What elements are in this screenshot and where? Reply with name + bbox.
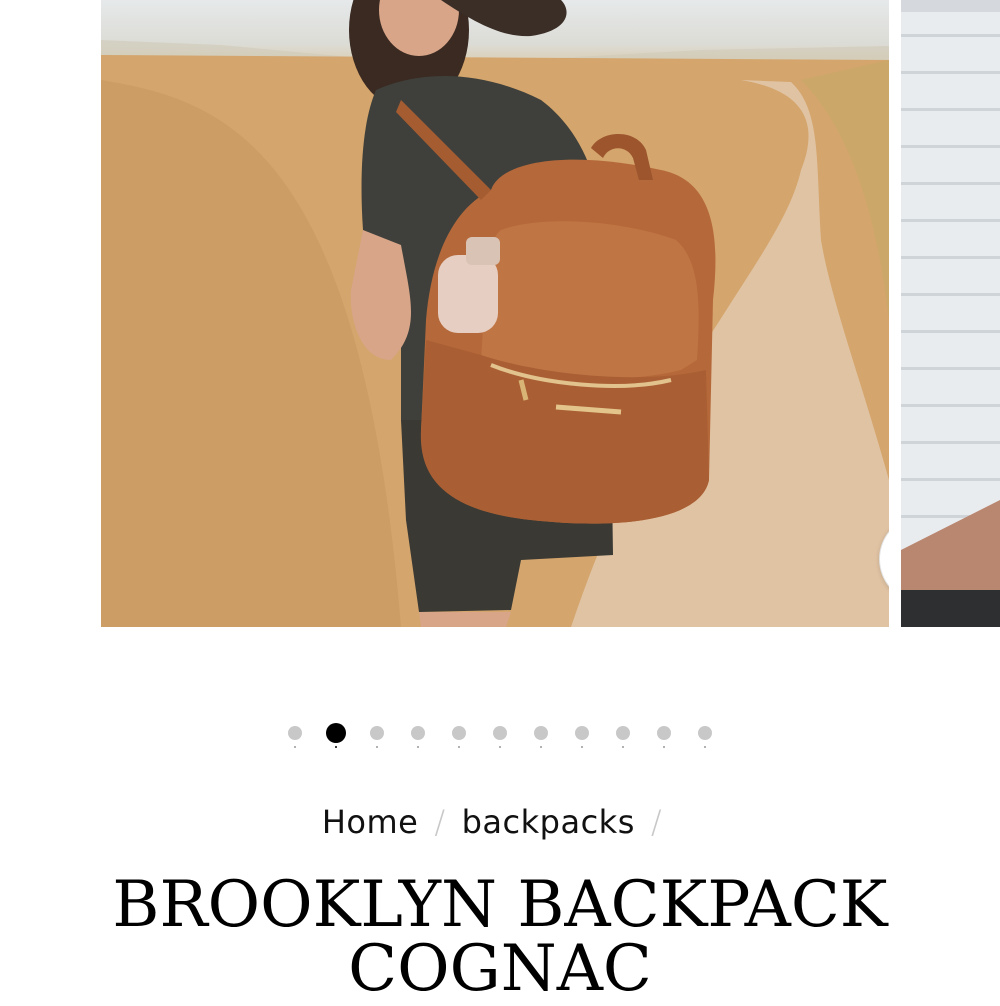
gallery-dot-marker bbox=[622, 746, 624, 748]
gallery-dot[interactable] bbox=[357, 726, 398, 748]
gallery-dot-inactive bbox=[698, 726, 712, 740]
gallery-dot-inactive bbox=[288, 726, 302, 740]
product-photo-next-preview[interactable] bbox=[901, 0, 1000, 627]
gallery-dot[interactable] bbox=[603, 726, 644, 748]
gallery-dot-marker bbox=[499, 746, 501, 748]
breadcrumb-home-link[interactable]: Home bbox=[322, 803, 419, 841]
gallery-dot-marker bbox=[294, 746, 296, 748]
gallery-dot-marker bbox=[335, 746, 337, 748]
breadcrumb: Home / backpacks / bbox=[0, 803, 1000, 841]
gallery-dot-marker bbox=[540, 746, 542, 748]
gallery-dot-marker bbox=[417, 746, 419, 748]
gallery-dot[interactable] bbox=[562, 726, 603, 748]
gallery-dot[interactable] bbox=[398, 726, 439, 748]
gallery-dot[interactable] bbox=[685, 726, 726, 748]
product-title: BROOKLYN BACKPACK COGNAC bbox=[0, 873, 1000, 1001]
gallery-dot[interactable] bbox=[480, 726, 521, 748]
gallery-dot-inactive bbox=[534, 726, 548, 740]
breadcrumb-separator: / bbox=[650, 803, 663, 841]
product-title-line-2: COGNAC bbox=[348, 932, 652, 1006]
gallery-dot-inactive bbox=[370, 726, 384, 740]
breadcrumb-separator: / bbox=[434, 803, 446, 841]
gallery-dot-inactive bbox=[493, 726, 507, 740]
gallery-dot-marker bbox=[458, 746, 460, 748]
product-photo-illustration bbox=[101, 0, 889, 627]
gallery-dot[interactable] bbox=[316, 723, 357, 748]
gallery-dot-marker bbox=[663, 746, 665, 748]
gallery-dot-marker bbox=[581, 746, 583, 748]
gallery-dot[interactable] bbox=[644, 726, 685, 748]
gallery-dot-inactive bbox=[616, 726, 630, 740]
gallery-dot[interactable] bbox=[275, 726, 316, 748]
product-photo-main[interactable] bbox=[101, 0, 889, 627]
gallery-dot-marker bbox=[704, 746, 706, 748]
gallery-dot[interactable] bbox=[439, 726, 480, 748]
gallery-pagination bbox=[0, 723, 1000, 756]
product-photo-next-illustration bbox=[901, 0, 1000, 627]
gallery-dot-marker bbox=[376, 746, 378, 748]
gallery-dot-inactive bbox=[575, 726, 589, 740]
breadcrumb-backpacks-link[interactable]: backpacks bbox=[462, 803, 635, 841]
product-image-gallery[interactable] bbox=[0, 0, 1000, 628]
gallery-dot-inactive bbox=[452, 726, 466, 740]
gallery-dot-active bbox=[326, 723, 346, 743]
gallery-dot[interactable] bbox=[521, 726, 562, 748]
gallery-dot-inactive bbox=[657, 726, 671, 740]
product-title-line-1: BROOKLYN BACKPACK bbox=[112, 868, 888, 942]
gallery-dot-inactive bbox=[411, 726, 425, 740]
